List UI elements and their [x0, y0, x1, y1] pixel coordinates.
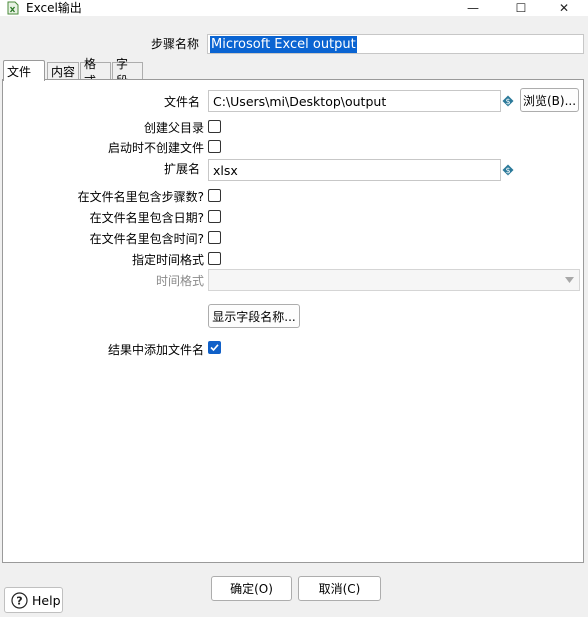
show-fields-button[interactable]: 显示字段名称...: [208, 304, 300, 328]
extension-label: 扩展名: [163, 162, 200, 176]
check-icon: [210, 344, 219, 352]
svg-text:?: ?: [16, 595, 22, 608]
tab-file[interactable]: 文件: [3, 60, 45, 81]
add-filename-label: 结果中添加文件名: [107, 343, 204, 357]
tab-format[interactable]: 格式: [80, 57, 111, 88]
create-parent-checkbox[interactable]: [208, 120, 221, 133]
close-button[interactable]: ✕: [541, 0, 587, 16]
tab-content[interactable]: 内容: [47, 62, 79, 80]
variable-icon[interactable]: $: [502, 164, 514, 176]
help-label: Help: [32, 593, 61, 608]
include-time-label: 在文件名里包含时间?: [89, 232, 204, 246]
step-name-input[interactable]: Microsoft Excel output: [207, 34, 584, 54]
cancel-button[interactable]: 取消(C): [298, 576, 381, 601]
maximize-button[interactable]: ☐: [498, 0, 544, 16]
include-stepnr-label: 在文件名里包含步骤数?: [77, 190, 204, 204]
app-icon: [7, 1, 19, 15]
help-icon: ?: [11, 592, 28, 609]
include-time-checkbox[interactable]: [208, 231, 221, 244]
svg-text:$: $: [505, 97, 510, 106]
no-create-on-start-checkbox[interactable]: [208, 140, 221, 153]
create-parent-label: 创建父目录: [143, 121, 204, 135]
include-date-checkbox[interactable]: [208, 210, 221, 223]
minimize-button[interactable]: —: [450, 0, 496, 16]
filename-value: C:\Users\mi\Desktop\output: [213, 93, 387, 109]
time-format-label: 时间格式: [155, 274, 204, 288]
window-title: Excel输出: [26, 1, 82, 15]
step-name-label: 步骤名称: [151, 37, 200, 51]
tab-fields[interactable]: 字段: [112, 57, 143, 88]
no-create-on-start-label: 启动时不创建文件: [107, 141, 204, 155]
help-button[interactable]: ? Help: [4, 587, 63, 613]
variable-icon[interactable]: $: [502, 95, 514, 107]
filename-label: 文件名: [163, 95, 200, 109]
include-stepnr-checkbox[interactable]: [208, 189, 221, 202]
include-date-label: 在文件名里包含日期?: [89, 211, 204, 225]
specify-format-checkbox[interactable]: [208, 252, 221, 265]
extension-input[interactable]: xlsx: [208, 159, 501, 181]
specify-format-label: 指定时间格式: [131, 253, 204, 267]
ok-button[interactable]: 确定(O): [211, 576, 292, 601]
svg-text:$: $: [505, 166, 510, 175]
step-name-value: Microsoft Excel output: [210, 35, 357, 53]
add-filename-checkbox[interactable]: [208, 341, 221, 354]
extension-value: xlsx: [213, 162, 238, 178]
time-format-dropdown[interactable]: [208, 269, 580, 291]
browse-button[interactable]: 浏览(B)...: [520, 88, 579, 112]
filename-input[interactable]: C:\Users\mi\Desktop\output: [208, 90, 501, 112]
chevron-down-icon: [565, 277, 574, 283]
